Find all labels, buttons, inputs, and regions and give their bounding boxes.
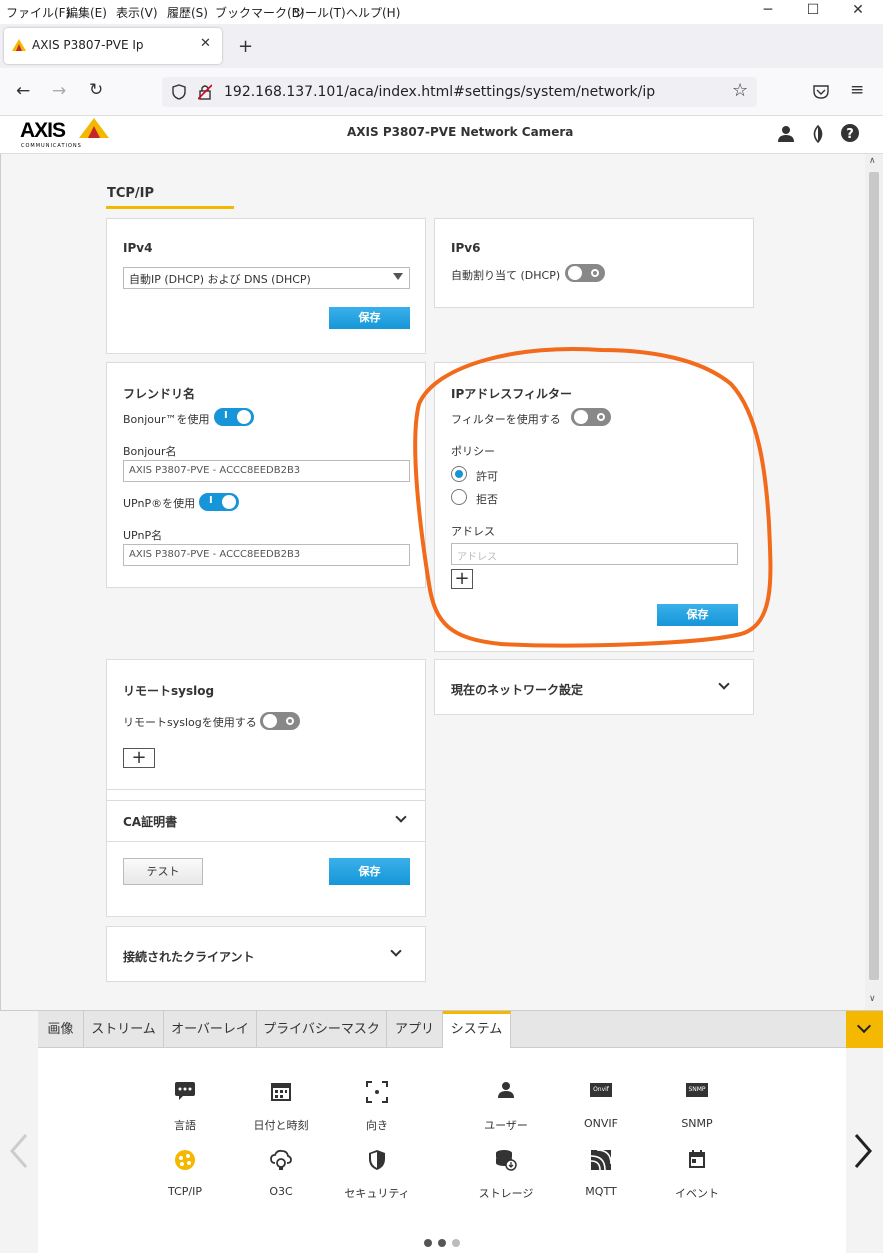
hamburger-menu-icon[interactable]: ≡: [850, 80, 864, 100]
menu-tools[interactable]: ツール(T): [293, 4, 346, 21]
new-tab-icon[interactable]: +: [238, 36, 253, 57]
insecure-lock-icon[interactable]: [198, 84, 212, 100]
date-time-label[interactable]: 日付と時刻: [236, 1117, 326, 1133]
navigation-bar: ← → ↻ 192.168.137.101/aca/index.html#set…: [0, 68, 883, 116]
tab-privacy-mask[interactable]: プライバシーマスク: [257, 1011, 387, 1048]
tab-overlay[interactable]: オーバーレイ: [164, 1011, 257, 1048]
url-text: 192.168.137.101/aca/index.html#settings/…: [224, 84, 656, 100]
page-dot-1[interactable]: [424, 1239, 432, 1247]
app-header: AXIS COMMUNICATIONS AXIS P3807-PVE Netwo…: [0, 116, 883, 154]
tab-system[interactable]: システム: [443, 1011, 511, 1048]
scroll-down-icon[interactable]: ∨: [869, 994, 876, 1004]
scrollbar-thumb[interactable]: [869, 172, 879, 980]
users-icon[interactable]: [486, 1081, 526, 1104]
snmp-label[interactable]: SNMP: [652, 1117, 742, 1130]
tab-close-icon[interactable]: ✕: [200, 36, 211, 51]
pocket-icon[interactable]: [813, 84, 829, 99]
security-label[interactable]: セキュリティ: [332, 1185, 422, 1201]
orientation-label[interactable]: 向き: [332, 1117, 422, 1133]
help-icon[interactable]: ?: [841, 124, 859, 142]
tab-stream[interactable]: ストリーム: [84, 1011, 164, 1048]
maximize-icon[interactable]: ☐: [791, 2, 835, 24]
menu-bookmarks[interactable]: ブックマーク(B): [215, 4, 305, 21]
tab-image[interactable]: 画像: [38, 1011, 84, 1048]
storage-icon[interactable]: [486, 1149, 526, 1176]
storage-label[interactable]: ストレージ: [461, 1185, 551, 1201]
minimize-icon[interactable]: ─: [746, 2, 790, 24]
close-window-icon[interactable]: ✕: [836, 2, 880, 24]
tab-apps[interactable]: アプリ: [387, 1011, 443, 1048]
shield-icon[interactable]: [172, 84, 186, 100]
contrast-icon[interactable]: [810, 125, 826, 143]
users-label[interactable]: ユーザー: [461, 1117, 551, 1133]
reload-icon[interactable]: ↻: [89, 80, 103, 100]
url-bar[interactable]: 192.168.137.101/aca/index.html#settings/…: [162, 77, 757, 107]
menu-view[interactable]: 表示(V): [116, 4, 158, 21]
bookmark-star-icon[interactable]: ☆: [732, 80, 748, 101]
orientation-icon[interactable]: [357, 1081, 397, 1108]
camera-title: AXIS P3807-PVE Network Camera: [347, 125, 574, 139]
menu-bar: ファイル(F) 編集(E) 表示(V) 履歴(S) ブックマーク(B) ツール(…: [0, 0, 883, 24]
next-page-icon[interactable]: [852, 1133, 874, 1169]
mqtt-label[interactable]: MQTT: [556, 1185, 646, 1198]
axis-favicon-icon: [12, 39, 26, 51]
tab-strip: AXIS P3807-PVE Ip ✕ +: [0, 24, 883, 68]
collapse-chevron-icon: [856, 1018, 872, 1034]
page-dot-3[interactable]: [452, 1239, 460, 1247]
language-icon[interactable]: [165, 1081, 205, 1106]
mqtt-icon[interactable]: [581, 1149, 621, 1176]
menu-file[interactable]: ファイル(F): [6, 4, 70, 21]
tcpip-icon[interactable]: [165, 1149, 205, 1176]
events-label[interactable]: イベント: [652, 1185, 742, 1201]
scroll-up-icon[interactable]: ∧: [869, 156, 876, 166]
calendar-icon[interactable]: [261, 1081, 301, 1106]
forward-icon[interactable]: →: [52, 81, 66, 101]
menu-edit[interactable]: 編集(E): [66, 4, 107, 21]
o3c-label[interactable]: O3C: [236, 1185, 326, 1198]
prev-page-icon[interactable]: [8, 1133, 30, 1169]
menu-history[interactable]: 履歴(S): [167, 4, 208, 21]
settings-bottom-panel: 画像 ストリーム オーバーレイ プライバシーマスク アプリ システム 言語 日付…: [0, 1010, 883, 1254]
onvif-label[interactable]: ONVIF: [556, 1117, 646, 1130]
menu-help[interactable]: ヘルプ(H): [346, 4, 400, 21]
highlight-annotation: [413, 346, 773, 648]
security-shield-icon[interactable]: [357, 1149, 397, 1176]
browser-tab[interactable]: AXIS P3807-PVE Ip ✕: [4, 28, 222, 64]
tab-title: AXIS P3807-PVE Ip: [32, 38, 144, 52]
settings-content: TCP/IP IPv4 自動IP (DHCP) および DNS (DHCP) 保…: [0, 154, 865, 1010]
settings-tab-bar: 画像 ストリーム オーバーレイ プライバシーマスク アプリ システム: [38, 1011, 846, 1048]
o3c-icon[interactable]: [261, 1149, 301, 1176]
language-label[interactable]: 言語: [140, 1117, 230, 1133]
back-icon[interactable]: ←: [16, 81, 30, 101]
page-dot-2[interactable]: [438, 1239, 446, 1247]
svg-text:?: ?: [846, 127, 854, 142]
tcpip-label[interactable]: TCP/IP: [140, 1185, 230, 1198]
events-calendar-icon[interactable]: [677, 1149, 717, 1174]
collapse-panel-button[interactable]: [846, 1011, 883, 1048]
user-icon[interactable]: [777, 125, 795, 143]
vertical-scrollbar[interactable]: ∧ ∨: [865, 154, 883, 1010]
axis-logo: AXIS COMMUNICATIONS: [20, 118, 112, 152]
onvif-icon[interactable]: Onvif: [581, 1083, 621, 1097]
snmp-icon[interactable]: SNMP: [677, 1083, 717, 1097]
system-icon-grid: [38, 1048, 846, 1254]
